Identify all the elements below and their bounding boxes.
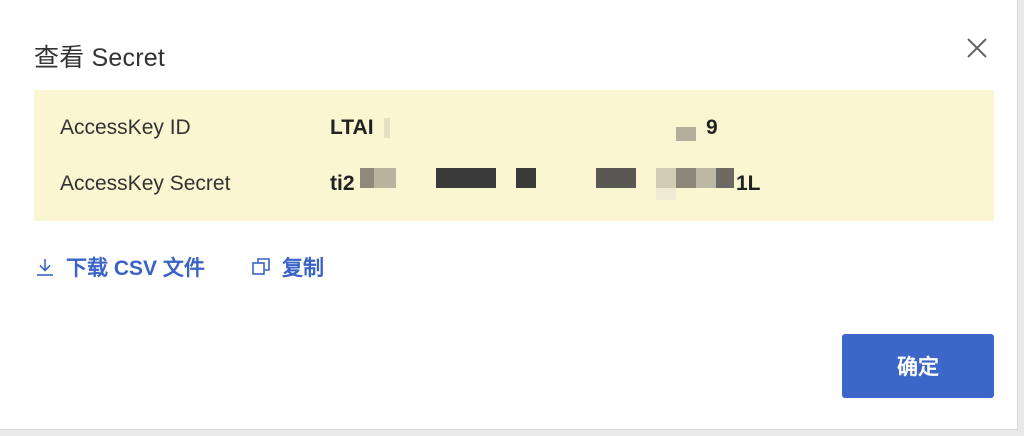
masked-segment [656, 188, 676, 200]
masked-segment [696, 168, 716, 188]
copy-link[interactable]: 复制 [250, 252, 324, 282]
access-key-secret-value: ti2 [330, 172, 355, 196]
masked-segment [374, 168, 396, 188]
masked-segment [716, 168, 734, 188]
secret-dialog: 查看 Secret AccessKey ID LTAI 9 AccessKey … [0, 0, 1018, 430]
access-key-secret-label: AccessKey Secret [60, 172, 231, 195]
access-key-id-value-end: 9 [706, 116, 718, 139]
masked-segment [360, 168, 374, 188]
masked-segment [436, 168, 496, 188]
dialog-title: 查看 Secret [34, 44, 165, 72]
masked-segment [516, 168, 536, 188]
masked-segment [676, 168, 696, 188]
close-icon[interactable] [962, 33, 992, 63]
masked-segment [596, 168, 636, 188]
access-key-id-value-start: LTAI [330, 116, 374, 139]
confirm-button[interactable]: 确定 [842, 334, 994, 398]
masked-segment [656, 168, 676, 188]
masked-segment [384, 118, 390, 138]
access-key-secret-value-end: 1L [736, 172, 761, 195]
access-key-secret-value-start: ti2 [330, 172, 355, 195]
download-csv-link[interactable]: 下载 CSV 文件 [34, 252, 205, 282]
download-icon [37, 259, 53, 276]
download-csv-label: 下载 CSV 文件 [66, 257, 205, 280]
copy-icon [252, 258, 270, 275]
access-key-id-value: LTAI [330, 116, 374, 140]
masked-segment [676, 127, 696, 141]
copy-label: 复制 [282, 257, 324, 280]
credentials-panel: AccessKey ID LTAI 9 AccessKey Secret ti2… [34, 90, 994, 221]
access-key-id-label: AccessKey ID [60, 116, 191, 139]
